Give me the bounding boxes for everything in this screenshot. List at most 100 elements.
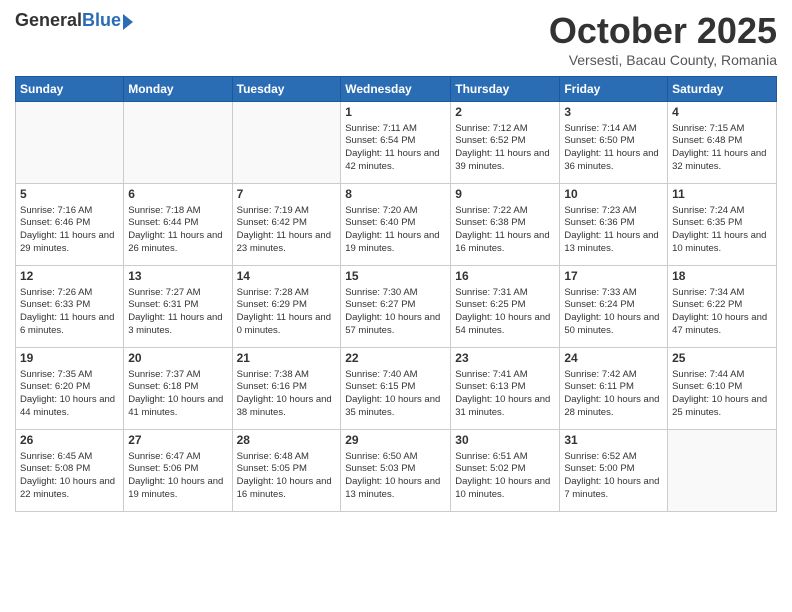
day-number: 9 xyxy=(455,187,555,203)
calendar-cell: 24Sunrise: 7:42 AM Sunset: 6:11 PM Dayli… xyxy=(560,348,668,430)
day-number: 3 xyxy=(564,105,663,121)
day-number: 14 xyxy=(237,269,337,285)
day-number: 19 xyxy=(20,351,119,367)
day-info: Sunrise: 7:18 AM Sunset: 6:44 PM Dayligh… xyxy=(128,205,227,256)
day-info: Sunrise: 7:33 AM Sunset: 6:24 PM Dayligh… xyxy=(564,287,663,338)
day-info: Sunrise: 7:15 AM Sunset: 6:48 PM Dayligh… xyxy=(672,123,772,174)
day-number: 23 xyxy=(455,351,555,367)
day-info: Sunrise: 7:26 AM Sunset: 6:33 PM Dayligh… xyxy=(20,287,119,338)
calendar-week-4: 19 Sunrise: 7:35 AM Sunset: 6:20 PM Dayli… xyxy=(16,348,777,430)
calendar-cell: 10 Sunrise: 7:23 AM Sunset: 6:36 PM Dayli… xyxy=(560,184,668,266)
calendar-cell: 8 Sunrise: 7:20 AM Sunset: 6:40 PM Daylig… xyxy=(341,184,451,266)
logo-arrow-icon xyxy=(123,14,133,30)
calendar-cell: 31Sunrise: 6:52 AM Sunset: 5:00 PM Dayli… xyxy=(560,430,668,512)
day-number: 6 xyxy=(128,187,227,203)
calendar-cell: 7 Sunrise: 7:19 AM Sunset: 6:42 PM Daylig… xyxy=(232,184,341,266)
calendar-cell: 19 Sunrise: 7:35 AM Sunset: 6:20 PM Dayli… xyxy=(16,348,124,430)
calendar-week-2: 5 Sunrise: 7:16 AM Sunset: 6:46 PM Daylig… xyxy=(16,184,777,266)
calendar-cell: 18 Sunrise: 7:34 AM Sunset: 6:22 PM Dayli… xyxy=(668,266,777,348)
day-number: 16 xyxy=(455,269,555,285)
logo-general: General xyxy=(15,10,82,31)
calendar-cell: 2Sunrise: 7:12 AM Sunset: 6:52 PM Daylig… xyxy=(451,102,560,184)
day-info: Sunrise: 7:14 AM Sunset: 6:50 PM Dayligh… xyxy=(564,123,663,174)
calendar-cell: 4 Sunrise: 7:15 AM Sunset: 6:48 PM Daylig… xyxy=(668,102,777,184)
day-info: Sunrise: 7:38 AM Sunset: 6:16 PM Dayligh… xyxy=(237,369,337,420)
calendar-header-thursday: Thursday xyxy=(451,77,560,102)
day-number: 22 xyxy=(345,351,446,367)
calendar-cell: 16 Sunrise: 7:31 AM Sunset: 6:25 PM Dayli… xyxy=(451,266,560,348)
day-number: 1 xyxy=(345,105,446,121)
day-info: Sunrise: 7:19 AM Sunset: 6:42 PM Dayligh… xyxy=(237,205,337,256)
logo-blue: Blue xyxy=(82,10,121,31)
calendar-cell xyxy=(16,102,124,184)
day-number: 10 xyxy=(564,187,663,203)
day-info: Sunrise: 7:23 AM Sunset: 6:36 PM Dayligh… xyxy=(564,205,663,256)
calendar-header-saturday: Saturday xyxy=(668,77,777,102)
calendar-cell: 28 Sunrise: 6:48 AM Sunset: 5:05 PM Dayli… xyxy=(232,430,341,512)
day-info: Sunrise: 7:31 AM Sunset: 6:25 PM Dayligh… xyxy=(455,287,555,338)
day-number: 5 xyxy=(20,187,119,203)
logo: General Blue xyxy=(15,10,133,31)
calendar-cell: 30Sunrise: 6:51 AM Sunset: 5:02 PM Dayli… xyxy=(451,430,560,512)
day-number: 26 xyxy=(20,433,119,449)
calendar-header-row: SundayMondayTuesdayWednesdayThursdayFrid… xyxy=(16,77,777,102)
day-info: Sunrise: 7:20 AM Sunset: 6:40 PM Dayligh… xyxy=(345,205,446,256)
day-number: 25 xyxy=(672,351,772,367)
day-info: Sunrise: 7:34 AM Sunset: 6:22 PM Dayligh… xyxy=(672,287,772,338)
day-number: 27 xyxy=(128,433,227,449)
calendar-header-tuesday: Tuesday xyxy=(232,77,341,102)
day-info: Sunrise: 7:27 AM Sunset: 6:31 PM Dayligh… xyxy=(128,287,227,338)
day-number: 4 xyxy=(672,105,772,121)
title-section: October 2025 Versesti, Bacau County, Rom… xyxy=(549,10,777,68)
month-title: October 2025 xyxy=(549,10,777,52)
day-number: 18 xyxy=(672,269,772,285)
day-info: Sunrise: 6:48 AM Sunset: 5:05 PM Dayligh… xyxy=(237,451,337,502)
day-info: Sunrise: 7:11 AM Sunset: 6:54 PM Dayligh… xyxy=(345,123,446,174)
logo-text: General Blue xyxy=(15,10,133,31)
calendar-cell: 13 Sunrise: 7:27 AM Sunset: 6:31 PM Dayli… xyxy=(124,266,232,348)
calendar-week-5: 26Sunrise: 6:45 AM Sunset: 5:08 PM Dayli… xyxy=(16,430,777,512)
calendar-week-3: 12Sunrise: 7:26 AM Sunset: 6:33 PM Dayli… xyxy=(16,266,777,348)
day-info: Sunrise: 7:16 AM Sunset: 6:46 PM Dayligh… xyxy=(20,205,119,256)
day-info: Sunrise: 7:22 AM Sunset: 6:38 PM Dayligh… xyxy=(455,205,555,256)
day-info: Sunrise: 7:35 AM Sunset: 6:20 PM Dayligh… xyxy=(20,369,119,420)
day-number: 31 xyxy=(564,433,663,449)
calendar-header-sunday: Sunday xyxy=(16,77,124,102)
day-info: Sunrise: 6:47 AM Sunset: 5:06 PM Dayligh… xyxy=(128,451,227,502)
day-info: Sunrise: 7:37 AM Sunset: 6:18 PM Dayligh… xyxy=(128,369,227,420)
day-number: 13 xyxy=(128,269,227,285)
day-number: 15 xyxy=(345,269,446,285)
calendar-cell: 26Sunrise: 6:45 AM Sunset: 5:08 PM Dayli… xyxy=(16,430,124,512)
calendar-header-monday: Monday xyxy=(124,77,232,102)
day-number: 30 xyxy=(455,433,555,449)
day-info: Sunrise: 7:12 AM Sunset: 6:52 PM Dayligh… xyxy=(455,123,555,174)
day-number: 29 xyxy=(345,433,446,449)
main-container: General Blue October 2025 Versesti, Baca… xyxy=(0,0,792,612)
day-info: Sunrise: 7:44 AM Sunset: 6:10 PM Dayligh… xyxy=(672,369,772,420)
calendar-cell xyxy=(232,102,341,184)
calendar-cell: 1 Sunrise: 7:11 AM Sunset: 6:54 PM Daylig… xyxy=(341,102,451,184)
day-info: Sunrise: 7:28 AM Sunset: 6:29 PM Dayligh… xyxy=(237,287,337,338)
day-number: 8 xyxy=(345,187,446,203)
calendar-cell: 12Sunrise: 7:26 AM Sunset: 6:33 PM Dayli… xyxy=(16,266,124,348)
day-number: 28 xyxy=(237,433,337,449)
calendar-header-wednesday: Wednesday xyxy=(341,77,451,102)
day-number: 7 xyxy=(237,187,337,203)
day-info: Sunrise: 7:40 AM Sunset: 6:15 PM Dayligh… xyxy=(345,369,446,420)
calendar-cell xyxy=(124,102,232,184)
calendar-cell: 17Sunrise: 7:33 AM Sunset: 6:24 PM Dayli… xyxy=(560,266,668,348)
calendar-cell: 23 Sunrise: 7:41 AM Sunset: 6:13 PM Dayli… xyxy=(451,348,560,430)
day-info: Sunrise: 7:30 AM Sunset: 6:27 PM Dayligh… xyxy=(345,287,446,338)
day-info: Sunrise: 7:41 AM Sunset: 6:13 PM Dayligh… xyxy=(455,369,555,420)
calendar-cell: 6 Sunrise: 7:18 AM Sunset: 6:44 PM Daylig… xyxy=(124,184,232,266)
day-number: 20 xyxy=(128,351,227,367)
calendar-week-1: 1 Sunrise: 7:11 AM Sunset: 6:54 PM Daylig… xyxy=(16,102,777,184)
calendar-cell: 25 Sunrise: 7:44 AM Sunset: 6:10 PM Dayli… xyxy=(668,348,777,430)
day-info: Sunrise: 7:24 AM Sunset: 6:35 PM Dayligh… xyxy=(672,205,772,256)
day-number: 21 xyxy=(237,351,337,367)
calendar-cell: 9 Sunrise: 7:22 AM Sunset: 6:38 PM Daylig… xyxy=(451,184,560,266)
calendar-cell: 14 Sunrise: 7:28 AM Sunset: 6:29 PM Dayli… xyxy=(232,266,341,348)
calendar-cell: 11 Sunrise: 7:24 AM Sunset: 6:35 PM Dayli… xyxy=(668,184,777,266)
calendar-header-friday: Friday xyxy=(560,77,668,102)
day-number: 11 xyxy=(672,187,772,203)
